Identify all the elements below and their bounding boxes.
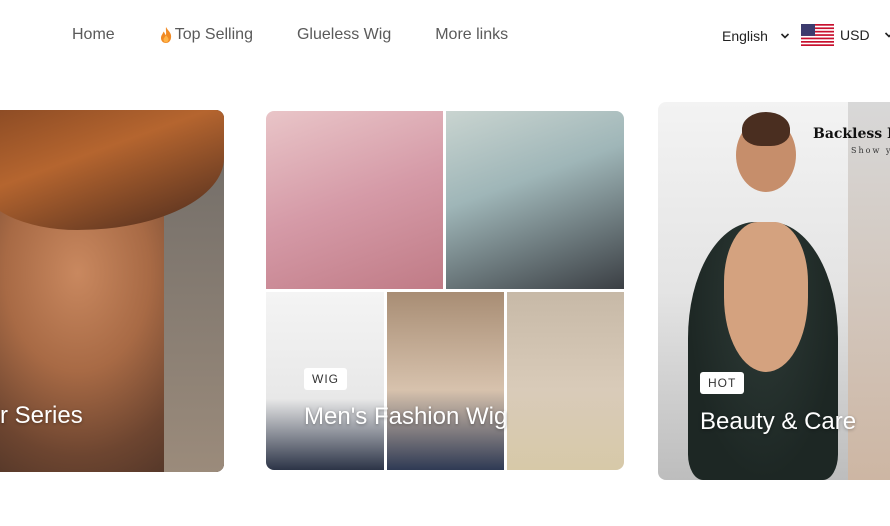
- card-title: Beauty & Care: [700, 408, 857, 435]
- nav-glueless-wig[interactable]: Glueless Wig: [297, 26, 391, 44]
- language-label: English: [722, 28, 768, 44]
- currency-label: USD: [840, 27, 870, 43]
- category-card-short-hair[interactable]: r Series: [0, 110, 224, 472]
- nav-top-selling[interactable]: Top Selling: [159, 26, 253, 44]
- chevron-down-icon: [884, 32, 890, 38]
- photo-woman-back: [724, 222, 808, 372]
- category-card-beauty-care[interactable]: Backless I Show y HOT Beauty & Care: [658, 102, 890, 480]
- flame-icon: [160, 27, 171, 43]
- main-nav: Home Top Selling Glueless Wig More links: [72, 26, 508, 44]
- image-sign-text: Backless I: [813, 126, 890, 142]
- photo-man-dark-hair: [507, 292, 624, 470]
- chevron-down-icon: [780, 33, 789, 39]
- category-card-mens-wig[interactable]: WIG Men's Fashion Wig: [266, 111, 624, 470]
- nav-top-selling-label: Top Selling: [174, 26, 253, 43]
- currency-selector[interactable]: USD: [801, 24, 890, 46]
- photo-man-pink-hair: [266, 111, 443, 289]
- card-badge: HOT: [700, 372, 745, 394]
- language-selector[interactable]: English: [722, 28, 790, 44]
- card-badge: WIG: [304, 368, 347, 390]
- card-title: Men's Fashion Wig: [304, 403, 508, 430]
- photo-woman-hair-bun: [742, 112, 790, 146]
- us-flag-icon: [801, 24, 834, 46]
- photo-man-brown-hair: [387, 292, 504, 470]
- nav-home[interactable]: Home: [72, 26, 115, 44]
- photo-man-blue-hair: [446, 111, 624, 289]
- card-title: r Series: [0, 402, 83, 429]
- image-sign-subtext: Show y: [851, 146, 890, 155]
- nav-more-links[interactable]: More links: [435, 26, 508, 44]
